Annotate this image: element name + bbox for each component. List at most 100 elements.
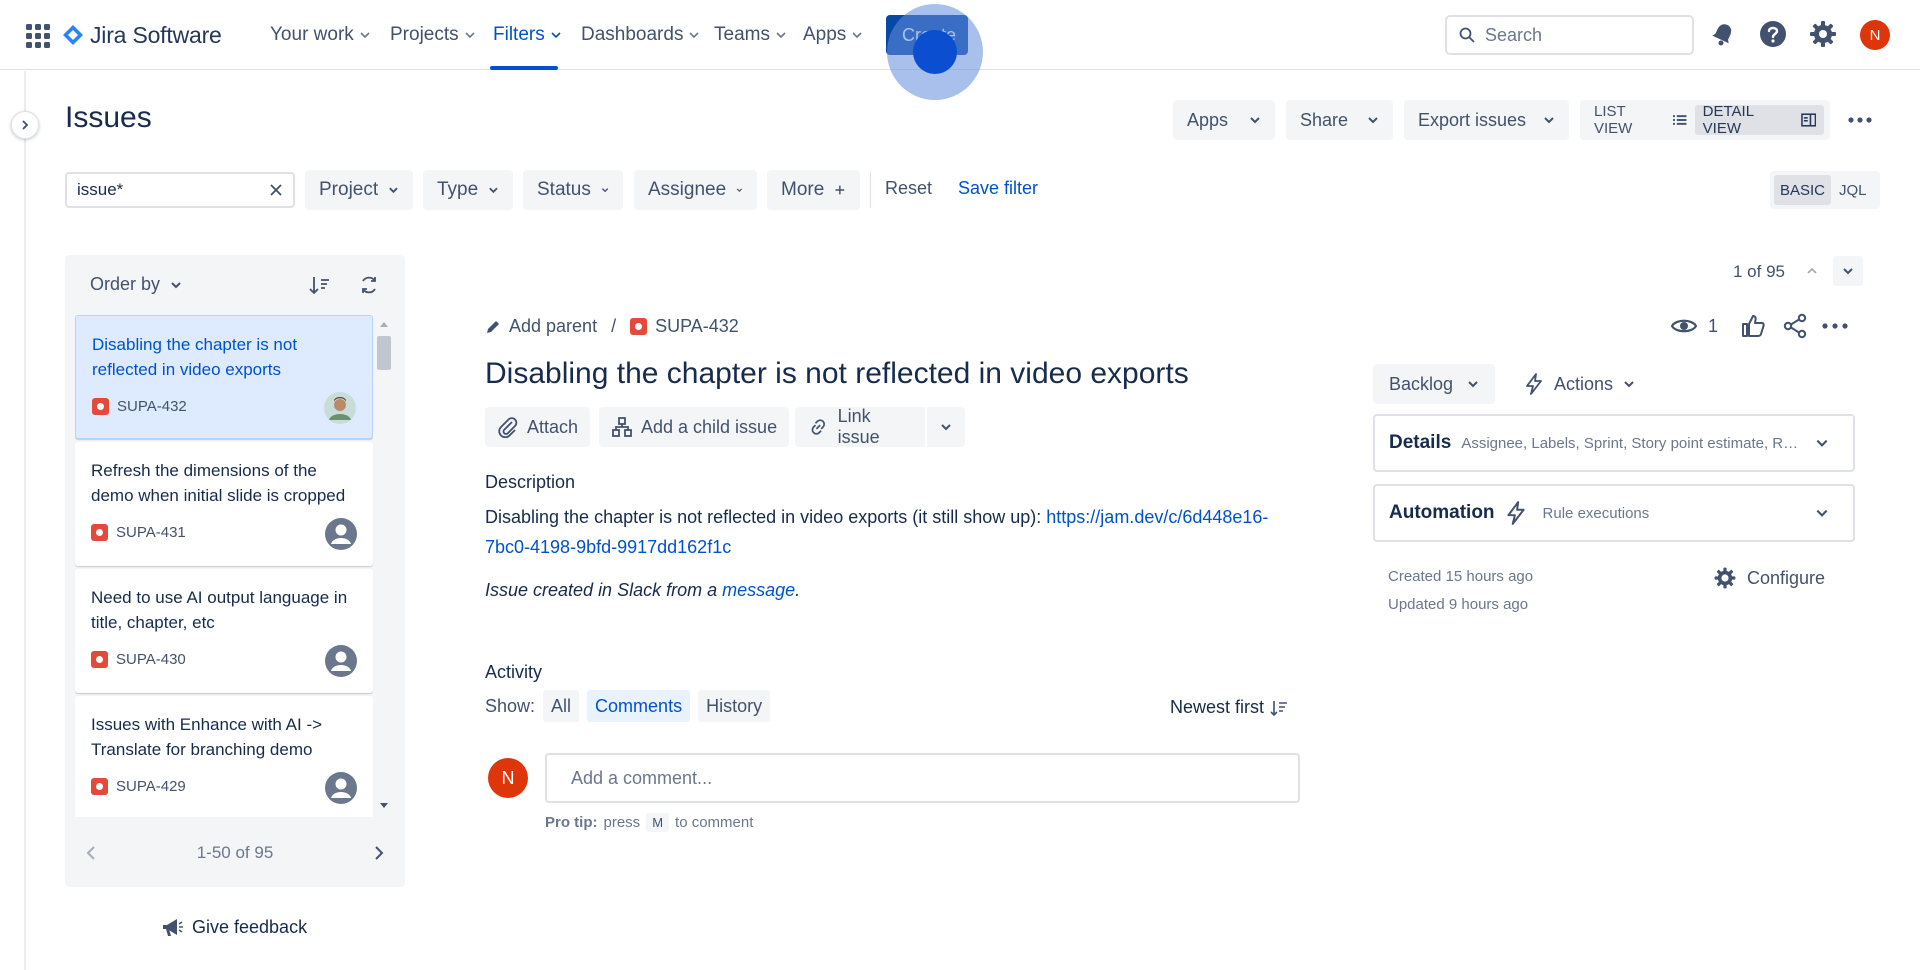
share-button[interactable]: Share xyxy=(1286,100,1393,140)
slack-message-link[interactable]: message xyxy=(722,580,795,600)
refresh-icon[interactable] xyxy=(356,272,382,298)
issue-key-link[interactable]: SUPA-432 xyxy=(655,316,739,337)
nav-projects[interactable]: Projects xyxy=(390,22,476,48)
link-issue-button[interactable]: Link issue xyxy=(795,406,925,447)
add-parent-link[interactable]: Add parent xyxy=(509,316,597,337)
type-filter[interactable]: Type xyxy=(423,170,513,210)
notifications-icon[interactable] xyxy=(1708,19,1738,49)
save-filter-button[interactable]: Save filter xyxy=(958,178,1038,199)
activity-heading: Activity xyxy=(485,662,543,682)
search-input[interactable]: Search xyxy=(1445,15,1694,55)
project-filter[interactable]: Project xyxy=(305,170,413,210)
apps-menu-button[interactable]: Apps xyxy=(1173,100,1275,140)
issue-more-button[interactable] xyxy=(1822,310,1848,342)
description-body[interactable]: Disabling the chapter is not reflected i… xyxy=(485,502,1275,562)
list-view-option[interactable]: LIST VIEW xyxy=(1586,103,1695,137)
add-child-issue-button[interactable]: Add a child issue xyxy=(599,407,790,447)
nav-dashboards[interactable]: Dashboards xyxy=(581,22,700,48)
eye-icon xyxy=(1670,319,1698,333)
issue-search-input[interactable]: issue* xyxy=(65,172,295,208)
export-issues-button[interactable]: Export issues xyxy=(1404,100,1569,140)
nav-apps[interactable]: Apps xyxy=(803,22,863,48)
link-icon xyxy=(811,419,826,435)
nav-your-work[interactable]: Your work xyxy=(270,22,371,48)
watcher-count: 1 xyxy=(1708,315,1719,336)
help-icon[interactable] xyxy=(1758,19,1788,49)
list-item[interactable]: Need to use AI output language in title,… xyxy=(75,569,373,693)
more-actions-button[interactable] xyxy=(1840,100,1880,140)
chevron-left-icon[interactable] xyxy=(85,845,97,861)
share-issue-button[interactable] xyxy=(1782,310,1808,342)
detail-view-label: DETAIL VIEW xyxy=(1702,103,1754,137)
chevron-down-icon xyxy=(465,32,475,39)
configure-button[interactable]: Configure xyxy=(1713,566,1825,590)
settings-gear-icon[interactable] xyxy=(1808,19,1838,49)
next-issue-button[interactable] xyxy=(1833,256,1863,286)
reset-button[interactable]: Reset xyxy=(885,178,932,199)
sort-direction-icon[interactable] xyxy=(307,272,333,298)
issue-list: Disabling the chapter is not reflected i… xyxy=(75,315,373,817)
unassigned-avatar-icon xyxy=(325,518,357,550)
show-history-tab[interactable]: History xyxy=(698,690,771,722)
brand-name: Jira Software xyxy=(90,21,222,48)
details-panel[interactable]: Details Assignee, Labels, Sprint, Story … xyxy=(1373,414,1855,472)
automation-summary: Rule executions xyxy=(1542,504,1650,522)
list-scrollbar[interactable] xyxy=(376,320,392,810)
give-feedback-button[interactable]: Give feedback xyxy=(160,915,307,939)
nav-label: Filters xyxy=(493,24,545,45)
create-button[interactable]: Create xyxy=(886,15,968,55)
attach-button[interactable]: Attach xyxy=(485,407,591,447)
bug-icon xyxy=(91,524,108,541)
status-filter[interactable]: Status xyxy=(523,170,623,210)
app-switcher-icon[interactable] xyxy=(24,22,52,50)
issue-title[interactable]: Disabling the chapter is not reflected i… xyxy=(485,357,1189,391)
button-label: Share xyxy=(1300,109,1349,130)
list-icon xyxy=(1673,115,1687,125)
basic-option[interactable]: BASIC xyxy=(1774,175,1832,205)
filter-label: More xyxy=(781,179,825,200)
plus-icon xyxy=(835,185,845,195)
status-dropdown[interactable]: Backlog xyxy=(1373,364,1495,404)
actions-dropdown[interactable]: Actions xyxy=(1514,364,1645,404)
jira-logo[interactable]: Jira Software xyxy=(62,19,222,51)
bug-icon xyxy=(630,318,648,335)
megaphone-icon xyxy=(163,919,183,936)
automation-panel[interactable]: Automation Rule executions xyxy=(1373,484,1855,542)
order-by-button[interactable]: Order by xyxy=(90,274,182,295)
filter-label: Status xyxy=(537,179,591,200)
previous-issue-button[interactable] xyxy=(1797,256,1827,286)
issue-key-text: SUPA-429 xyxy=(116,778,186,795)
issue-summary: Issues with Enhance with AI -> Translate… xyxy=(91,715,323,759)
clear-icon[interactable] xyxy=(269,183,283,197)
user-avatar[interactable]: N xyxy=(1860,20,1890,50)
nav-teams[interactable]: Teams xyxy=(714,22,787,48)
show-comments-tab[interactable]: Comments xyxy=(587,690,691,722)
nav-filters[interactable]: Filters xyxy=(493,22,562,48)
add-comment-input[interactable]: Add a comment... xyxy=(545,753,1300,803)
nav-label: Your work xyxy=(270,24,354,45)
pro-tip-press: press xyxy=(603,814,641,831)
sort-activity-button[interactable]: Newest first xyxy=(1170,697,1288,718)
actions-label: Actions xyxy=(1554,373,1614,394)
list-item[interactable]: Refresh the dimensions of the demo when … xyxy=(75,442,373,566)
assignee-filter[interactable]: Assignee xyxy=(634,170,757,210)
chevron-down-icon xyxy=(360,32,370,39)
more-issue-actions-button[interactable] xyxy=(927,407,965,447)
chevron-down-icon xyxy=(1816,439,1828,447)
issue-position: 1 of 95 xyxy=(1733,262,1785,281)
nav-label: Projects xyxy=(390,24,459,45)
filter-label: Type xyxy=(437,179,479,200)
list-item[interactable]: Disabling the chapter is not reflected i… xyxy=(75,315,373,439)
current-user-avatar: N xyxy=(488,758,528,798)
jql-option[interactable]: JQL xyxy=(1833,175,1873,205)
issue-key: SUPA-432 xyxy=(92,398,187,415)
list-item[interactable]: Issues with Enhance with AI -> Translate… xyxy=(75,696,373,817)
vote-button[interactable] xyxy=(1740,310,1766,342)
show-all-tab[interactable]: All xyxy=(543,690,580,722)
more-filters-button[interactable]: More xyxy=(767,170,860,210)
detail-view-option[interactable]: DETAIL VIEW xyxy=(1694,103,1824,137)
watch-button[interactable]: 1 xyxy=(1670,310,1718,342)
child-issue-icon xyxy=(612,417,632,437)
chevron-right-icon[interactable] xyxy=(373,845,385,861)
expand-sidebar-button[interactable] xyxy=(11,111,39,139)
